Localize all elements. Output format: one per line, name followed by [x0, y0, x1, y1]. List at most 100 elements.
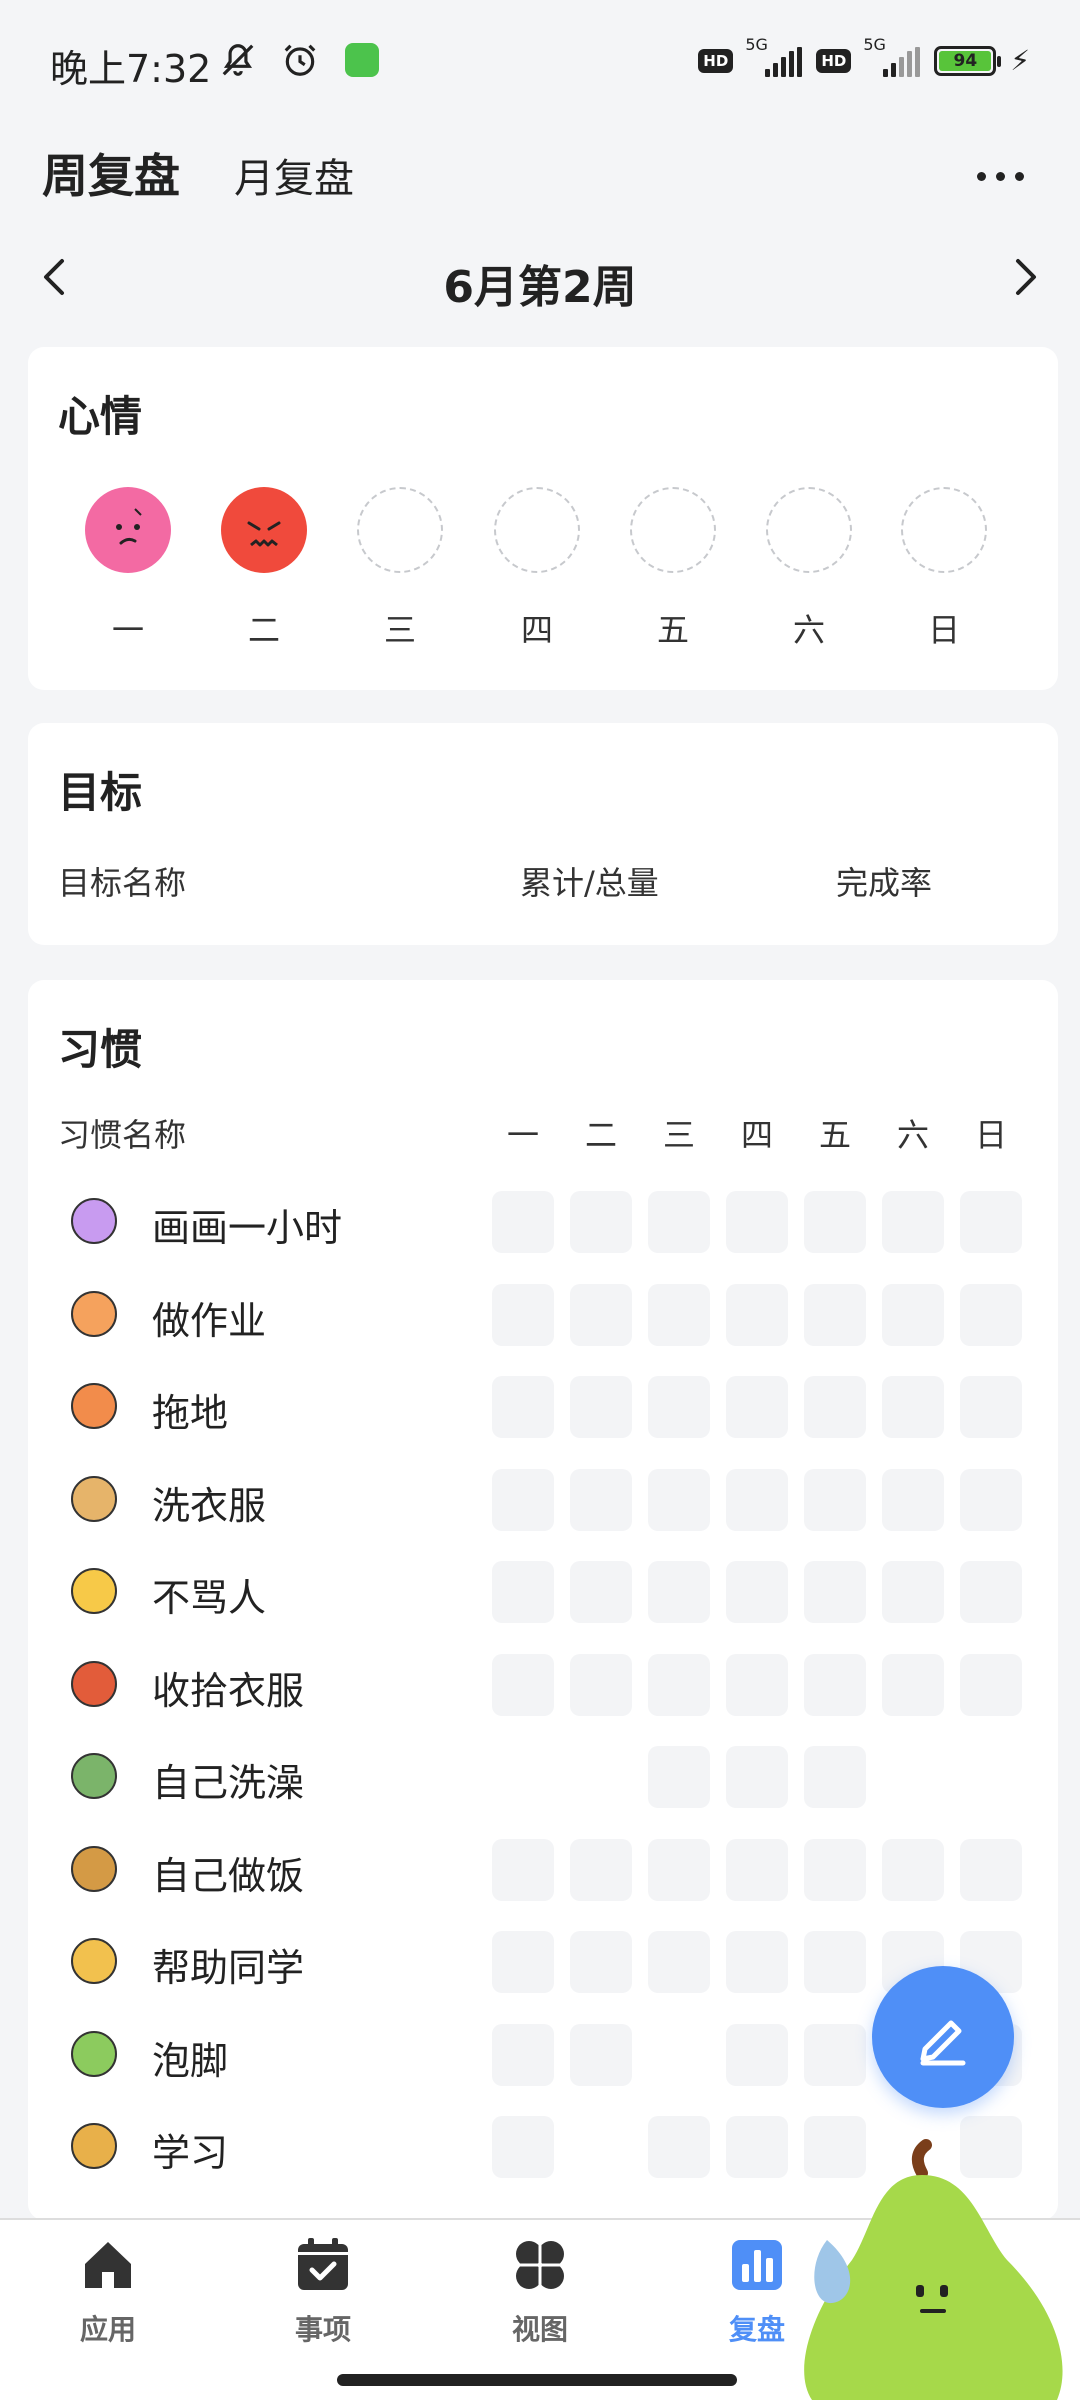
habit-check-cell[interactable]	[804, 1468, 866, 1531]
edit-fab-button[interactable]	[872, 1966, 1014, 2108]
habit-check-cell[interactable]	[882, 1376, 944, 1438]
home-indicator[interactable]	[337, 2374, 737, 2386]
habit-check-cell[interactable]	[960, 1376, 1022, 1438]
habit-check-cell[interactable]	[648, 1653, 710, 1716]
habit-check-cell[interactable]	[570, 2023, 632, 2086]
habit-check-cell[interactable]	[492, 1653, 554, 1716]
habit-check-cell[interactable]	[570, 1191, 632, 1253]
habit-row[interactable]: 收拾衣服	[28, 1648, 1058, 1722]
status-right: HD 5G HD 5G 94 ⚡	[698, 35, 1030, 77]
habit-check-cell[interactable]	[804, 1931, 866, 1993]
status-icons	[218, 40, 382, 80]
mood-empty-slot[interactable]	[901, 487, 987, 573]
habit-name: 洗衣服	[152, 1483, 267, 1528]
habit-check-cell[interactable]	[648, 1561, 710, 1623]
habit-check-cell[interactable]	[960, 1468, 1022, 1531]
habit-check-cell[interactable]	[882, 1653, 944, 1716]
habit-check-cell[interactable]	[960, 1653, 1022, 1716]
habit-check-cell[interactable]	[804, 1561, 866, 1623]
habit-check-cell[interactable]	[570, 1931, 632, 1993]
habit-check-cell[interactable]	[648, 1838, 710, 1901]
habit-check-cell[interactable]	[648, 1746, 710, 1808]
habit-check-cell[interactable]	[804, 1653, 866, 1716]
habit-check-cell[interactable]	[648, 1931, 710, 1993]
habit-check-cell[interactable]	[882, 1468, 944, 1531]
habit-check-cell[interactable]	[960, 1561, 1022, 1623]
habit-check-cell[interactable]	[492, 2116, 554, 2178]
mood-day-label: 一	[111, 611, 144, 649]
habit-check-cell[interactable]	[648, 1376, 710, 1438]
habit-row[interactable]: 做作业	[28, 1278, 1058, 1352]
habit-check-cell[interactable]	[492, 1838, 554, 1901]
habit-check-cell[interactable]	[804, 1283, 866, 1346]
habit-check-cell[interactable]	[726, 1376, 788, 1438]
habit-check-cell[interactable]	[726, 1468, 788, 1531]
habit-check-cell[interactable]	[570, 1376, 632, 1438]
habit-check-cell[interactable]	[882, 1561, 944, 1623]
tab-weekly-review[interactable]: 周复盘	[42, 140, 180, 206]
hd-badge: HD	[816, 48, 852, 73]
mood-empty-slot[interactable]	[630, 487, 716, 573]
mood-empty-slot[interactable]	[494, 487, 580, 573]
mood-day-label: 日	[927, 611, 960, 649]
habit-check-cell[interactable]	[492, 1931, 554, 1993]
habit-check-cell[interactable]	[960, 1191, 1022, 1253]
habit-check-cell[interactable]	[960, 1283, 1022, 1346]
habit-row[interactable]: 拖地	[28, 1370, 1058, 1444]
chevron-right-icon[interactable]	[1000, 247, 1050, 307]
nav-views[interactable]: 视图	[480, 2234, 600, 2348]
habit-row[interactable]: 不骂人	[28, 1555, 1058, 1629]
habit-check-cell[interactable]	[726, 1746, 788, 1808]
habit-check-cell[interactable]	[648, 1283, 710, 1346]
habit-check-cell[interactable]	[804, 2023, 866, 2086]
habit-check-cell[interactable]	[570, 1653, 632, 1716]
habit-check-cell[interactable]	[570, 1838, 632, 1901]
habit-check-cell[interactable]	[882, 1838, 944, 1901]
nav-apps[interactable]: 应用	[48, 2234, 168, 2348]
habit-check-cell[interactable]	[804, 1191, 866, 1253]
pear-mascot-icon[interactable]	[772, 2135, 1080, 2400]
tab-monthly-review[interactable]: 月复盘	[234, 146, 354, 204]
habit-check-cell[interactable]	[492, 1376, 554, 1438]
habit-check-cell[interactable]	[648, 2116, 710, 2178]
mood-empty-slot[interactable]	[766, 487, 852, 573]
habit-check-cell[interactable]	[570, 1468, 632, 1531]
habits-title: 习惯	[58, 1025, 143, 1074]
habit-row[interactable]: 自己做饭	[28, 1833, 1058, 1907]
habit-check-cell[interactable]	[726, 1653, 788, 1716]
habit-check-cell[interactable]	[726, 1561, 788, 1623]
mood-empty-slot[interactable]	[357, 487, 443, 573]
habit-check-cell[interactable]	[492, 1468, 554, 1531]
more-icon[interactable]	[977, 172, 1024, 181]
mood-sad-face-icon[interactable]	[85, 487, 171, 573]
habit-check-cell[interactable]	[492, 2023, 554, 2086]
habit-check-cell[interactable]	[726, 2023, 788, 2086]
habit-row[interactable]: 自己洗澡	[28, 1740, 1058, 1814]
habit-check-cell[interactable]	[492, 1561, 554, 1623]
habit-check-cell[interactable]	[726, 1283, 788, 1346]
nav-tasks[interactable]: 事项	[263, 2234, 383, 2348]
habit-check-cell[interactable]	[492, 1191, 554, 1253]
hd-badge: HD	[698, 48, 734, 73]
habit-check-cell[interactable]	[726, 1838, 788, 1901]
habit-check-cell[interactable]	[960, 1838, 1022, 1901]
mood-day-label: 六	[792, 611, 825, 649]
habit-check-cell[interactable]	[882, 1191, 944, 1253]
habit-name: 拖地	[152, 1391, 229, 1435]
habit-name: 收拾衣服	[152, 1668, 305, 1713]
habit-check-cell[interactable]	[570, 1561, 632, 1623]
habit-check-cell[interactable]	[570, 1283, 632, 1346]
habit-check-cell[interactable]	[726, 1191, 788, 1253]
habit-check-cell[interactable]	[648, 1468, 710, 1531]
habit-row[interactable]: 画画一小时	[28, 1185, 1058, 1259]
habit-check-cell[interactable]	[726, 1931, 788, 1993]
habit-check-cell[interactable]	[648, 1191, 710, 1253]
habit-check-cell[interactable]	[804, 1838, 866, 1901]
mood-angry-face-icon[interactable]	[221, 487, 307, 573]
habit-check-cell[interactable]	[804, 1746, 866, 1808]
habit-check-cell[interactable]	[804, 1376, 866, 1438]
habit-check-cell[interactable]	[882, 1283, 944, 1346]
lobster-icon	[71, 1660, 117, 1707]
habit-row[interactable]: 洗衣服	[28, 1463, 1058, 1537]
habit-check-cell[interactable]	[492, 1283, 554, 1346]
